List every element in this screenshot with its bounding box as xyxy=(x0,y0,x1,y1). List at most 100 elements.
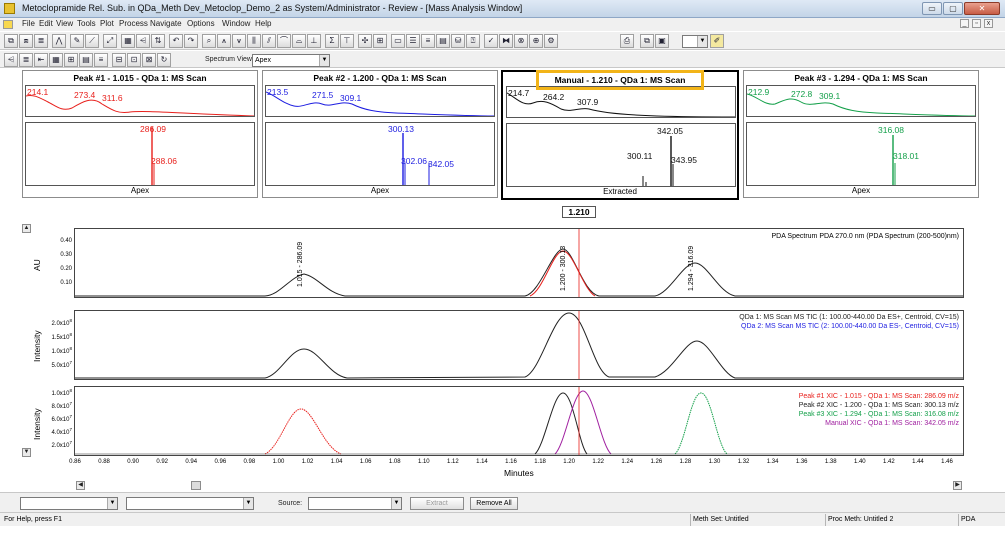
shoulder-icon[interactable]: ⌓ xyxy=(292,34,306,48)
scroll-up-button[interactable]: ▲ xyxy=(22,224,31,233)
peak-icon[interactable]: ⋀ xyxy=(52,34,66,48)
retention-time-marker[interactable]: 1.210 xyxy=(562,206,596,218)
scale-icon[interactable]: ⇅ xyxy=(151,34,165,48)
find-icon[interactable]: ⍰ xyxy=(466,34,480,48)
uv-trace xyxy=(507,92,735,117)
tic-trace-plot[interactable]: QDa 1: MS Scan MS TIC (1: 100.00-440.00 … xyxy=(74,310,964,380)
menu-edit[interactable]: Edit xyxy=(39,19,53,28)
plot-select[interactable]: ▼ xyxy=(682,35,708,48)
remove-all-button[interactable]: Remove All xyxy=(470,497,518,510)
trace-select-1[interactable]: ▼ xyxy=(20,497,118,510)
peak-detect-icon[interactable]: ⩚ xyxy=(217,34,231,48)
split-icon[interactable]: ⫼ xyxy=(247,34,261,48)
refresh-icon[interactable]: ↻ xyxy=(157,53,171,67)
xic-y-tick: 2.0x107 xyxy=(51,440,72,449)
menu-window[interactable]: Window xyxy=(222,19,250,28)
menu-process[interactable]: Process xyxy=(119,19,148,28)
close-button[interactable]: ✕ xyxy=(964,2,1000,15)
bookmark-icon[interactable]: ⊗ xyxy=(514,34,528,48)
xic-trace-plot[interactable]: Peak #1 XIC - 1.015 - QDa 1: MS Scan: 28… xyxy=(74,386,964,456)
spectrum-grid-icon[interactable]: ▦ xyxy=(49,53,63,67)
source-select[interactable]: ▼ xyxy=(308,497,402,510)
highlight-icon[interactable]: ✐ xyxy=(710,34,724,48)
horizontal-scrollbar-thumb[interactable] xyxy=(191,481,201,490)
menu-view[interactable]: View xyxy=(56,19,73,28)
paste-icon[interactable]: ▣ xyxy=(655,34,669,48)
uv-trace xyxy=(747,93,975,116)
menu-tools[interactable]: Tools xyxy=(77,19,96,28)
xic-legend-peak1: Peak #1 XIC - 1.015 - QDa 1: MS Scan: 28… xyxy=(798,393,959,400)
x-tick-label: 1.38 xyxy=(824,459,837,465)
scroll-left-button[interactable]: ◀ xyxy=(76,481,85,490)
xic-y-tick: 4.0x107 xyxy=(51,427,72,436)
spectrum-panel-peak2[interactable]: Peak #2 - 1.200 - QDa 1: MS Scan 213.5 2… xyxy=(262,70,498,198)
sum-icon[interactable]: Σ xyxy=(325,34,339,48)
x-tick-label: 0.96 xyxy=(214,459,227,465)
minimize-button[interactable]: ▭ xyxy=(922,2,942,15)
spectrum-list-icon[interactable]: ≣ xyxy=(19,53,33,67)
spectrum-sum-icon[interactable]: ⊡ xyxy=(127,53,141,67)
spectrum-panel-peak1[interactable]: Peak #1 - 1.015 - QDa 1: MS Scan 214.1 2… xyxy=(22,70,258,198)
overlay-icon[interactable]: ⧈ xyxy=(19,34,33,48)
skim-icon[interactable]: ⌒ xyxy=(277,34,291,48)
redo-icon[interactable]: ↷ xyxy=(184,34,198,48)
mdi-restore-button[interactable]: ▫ xyxy=(972,19,981,28)
link-icon[interactable]: ⧓ xyxy=(499,34,513,48)
spectrum-icon[interactable]: ⩤ xyxy=(136,34,150,48)
check-icon[interactable]: ✓ xyxy=(484,34,498,48)
threshold-icon[interactable]: ⊥ xyxy=(307,34,321,48)
spectrum-table-icon[interactable]: ⊞ xyxy=(64,53,78,67)
copy-icon[interactable]: ⧉ xyxy=(640,34,654,48)
mdi-close-button[interactable]: x xyxy=(984,19,993,28)
pda-peak-label: 1.294 - 316.09 xyxy=(688,245,695,291)
spectrum-view-select[interactable]: Apex ▼ xyxy=(252,54,330,67)
spectrum-subtract-icon[interactable]: ⊠ xyxy=(142,53,156,67)
spectrum-purity-icon[interactable]: ⊟ xyxy=(112,53,126,67)
settings-icon[interactable]: ⚙ xyxy=(544,34,558,48)
grid-icon[interactable]: ▤ xyxy=(436,34,450,48)
merge-icon[interactable]: ⫽ xyxy=(262,34,276,48)
table-icon[interactable]: ☰ xyxy=(406,34,420,48)
chart-icon[interactable]: ▦ xyxy=(121,34,135,48)
network-icon[interactable]: ✣ xyxy=(358,34,372,48)
extract-button[interactable]: Extract xyxy=(410,497,464,510)
database-icon[interactable]: ⛁ xyxy=(451,34,465,48)
integrate-icon[interactable]: ⧉ xyxy=(4,34,18,48)
undo-icon[interactable]: ↶ xyxy=(169,34,183,48)
uv-label: 273.4 xyxy=(74,90,96,100)
report-icon[interactable]: ⊞ xyxy=(373,34,387,48)
print-icon[interactable]: ⎙ xyxy=(620,34,634,48)
target-icon[interactable]: ⊕ xyxy=(529,34,543,48)
spectrum-peak-icon[interactable]: ⩤ xyxy=(4,53,18,67)
split-peak-icon[interactable]: ⊤ xyxy=(340,34,354,48)
baseline-icon[interactable]: ⟋ xyxy=(85,34,99,48)
tic-y-tick: 1.0x108 xyxy=(51,346,72,355)
cursor-icon[interactable]: ⤢ xyxy=(103,34,117,48)
scroll-right-button[interactable]: ▶ xyxy=(953,481,962,490)
trace-select-2[interactable]: ▼ xyxy=(126,497,254,510)
spectrum-stack-icon[interactable]: ▤ xyxy=(79,53,93,67)
menu-plot[interactable]: Plot xyxy=(100,19,114,28)
menu-options[interactable]: Options xyxy=(187,19,215,28)
window-icon[interactable]: ▭ xyxy=(391,34,405,48)
scroll-down-button[interactable]: ▼ xyxy=(22,448,31,457)
spectrum-panel-peak3[interactable]: Peak #3 - 1.294 - QDa 1: MS Scan 212.9 2… xyxy=(743,70,979,198)
menu-help[interactable]: Help xyxy=(255,19,271,28)
draw-icon[interactable]: ✎ xyxy=(70,34,84,48)
document-icon[interactable] xyxy=(3,20,13,29)
xic-legend-peak3: Peak #3 XIC - 1.294 - QDa 1: MS Scan: 31… xyxy=(798,411,959,418)
spectrum-match-icon[interactable]: ≡ xyxy=(94,53,108,67)
maximize-button[interactable]: ▢ xyxy=(943,2,963,15)
pda-trace-plot[interactable]: PDA Spectrum PDA 270.0 nm (PDA Spectrum … xyxy=(74,228,964,298)
menu-navigate[interactable]: Navigate xyxy=(150,19,182,28)
uv-spectrum: 214.7 264.2 307.9 xyxy=(506,86,736,118)
uv-label: 307.9 xyxy=(577,97,599,107)
zoom-icon[interactable]: ⌕ xyxy=(202,34,216,48)
status-help: For Help, press F1 xyxy=(4,516,62,523)
stack-icon[interactable]: ≣ xyxy=(34,34,48,48)
menu-file[interactable]: File xyxy=(22,19,35,28)
list-icon[interactable]: ≡ xyxy=(421,34,435,48)
valley-icon[interactable]: ⩛ xyxy=(232,34,246,48)
mdi-minimize-button[interactable]: _ xyxy=(960,19,969,28)
spectrum-back-icon[interactable]: ⇤ xyxy=(34,53,48,67)
